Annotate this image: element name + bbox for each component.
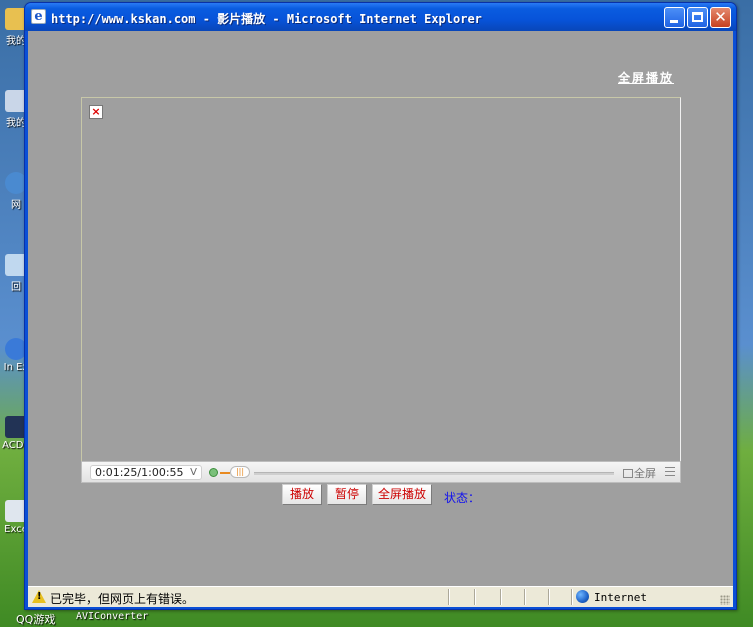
- title-bar[interactable]: e http://www.kskan.com - 影片播放 - Microsof…: [25, 3, 736, 31]
- fullscreen-play-button[interactable]: 全屏播放: [372, 484, 432, 505]
- resize-grip[interactable]: [720, 595, 730, 605]
- fullscreen-icon: [623, 469, 633, 478]
- volume-icon[interactable]: [209, 468, 218, 477]
- status-divider: [548, 589, 550, 605]
- maximize-button[interactable]: [687, 7, 708, 28]
- status-bar: ! 已完毕，但网页上有错误。 Internet: [28, 586, 733, 607]
- security-zone: Internet: [594, 591, 647, 604]
- player-control-bar: 0:01:25/1:00:55 V ||| 全屏: [81, 461, 681, 483]
- time-display[interactable]: 0:01:25/1:00:55 V: [90, 465, 202, 480]
- status-divider: [524, 589, 526, 605]
- broken-image-icon: ×: [89, 105, 103, 119]
- status-divider: [571, 589, 573, 605]
- maximize-icon: [692, 12, 703, 22]
- window-title: http://www.kskan.com - 影片播放 - Microsoft …: [51, 12, 482, 26]
- warning-mark: !: [37, 591, 42, 602]
- fullscreen-link[interactable]: 全屏播放: [618, 69, 674, 86]
- globe-icon: [576, 590, 589, 603]
- status-message: 已完毕，但网页上有错误。: [50, 592, 195, 606]
- player-fullscreen-button[interactable]: 全屏: [623, 465, 656, 481]
- close-button[interactable]: ✕: [710, 7, 731, 28]
- page-content: 全屏播放 × 0:01:25/1:00:55 V ||| 全屏 播放 暂停 全屏…: [28, 31, 733, 586]
- play-button[interactable]: 播放: [282, 484, 322, 505]
- status-divider: [448, 589, 450, 605]
- volume-slider-handle[interactable]: |||: [230, 466, 250, 478]
- close-icon: ✕: [714, 8, 727, 26]
- time-display-text: 0:01:25/1:00:55: [95, 466, 184, 479]
- volume-level: [220, 472, 230, 474]
- playlist-menu-icon[interactable]: [665, 467, 675, 476]
- desktop-label-qq-games[interactable]: QQ游戏: [16, 611, 55, 627]
- status-divider: [500, 589, 502, 605]
- player-fullscreen-label: 全屏: [634, 467, 656, 480]
- video-player[interactable]: ×: [81, 97, 681, 483]
- chevron-down-icon[interactable]: V: [190, 466, 197, 479]
- pause-button[interactable]: 暂停: [327, 484, 367, 505]
- browser-window: e http://www.kskan.com - 影片播放 - Microsof…: [24, 2, 737, 610]
- minimize-icon: [670, 20, 678, 23]
- desktop-label-aviconverter[interactable]: AVIConverter: [76, 611, 148, 622]
- ie-page-icon: e: [31, 9, 46, 24]
- seek-bar[interactable]: [254, 472, 614, 475]
- status-label: 状态：: [444, 491, 481, 505]
- status-divider: [474, 589, 476, 605]
- minimize-button[interactable]: [664, 7, 685, 28]
